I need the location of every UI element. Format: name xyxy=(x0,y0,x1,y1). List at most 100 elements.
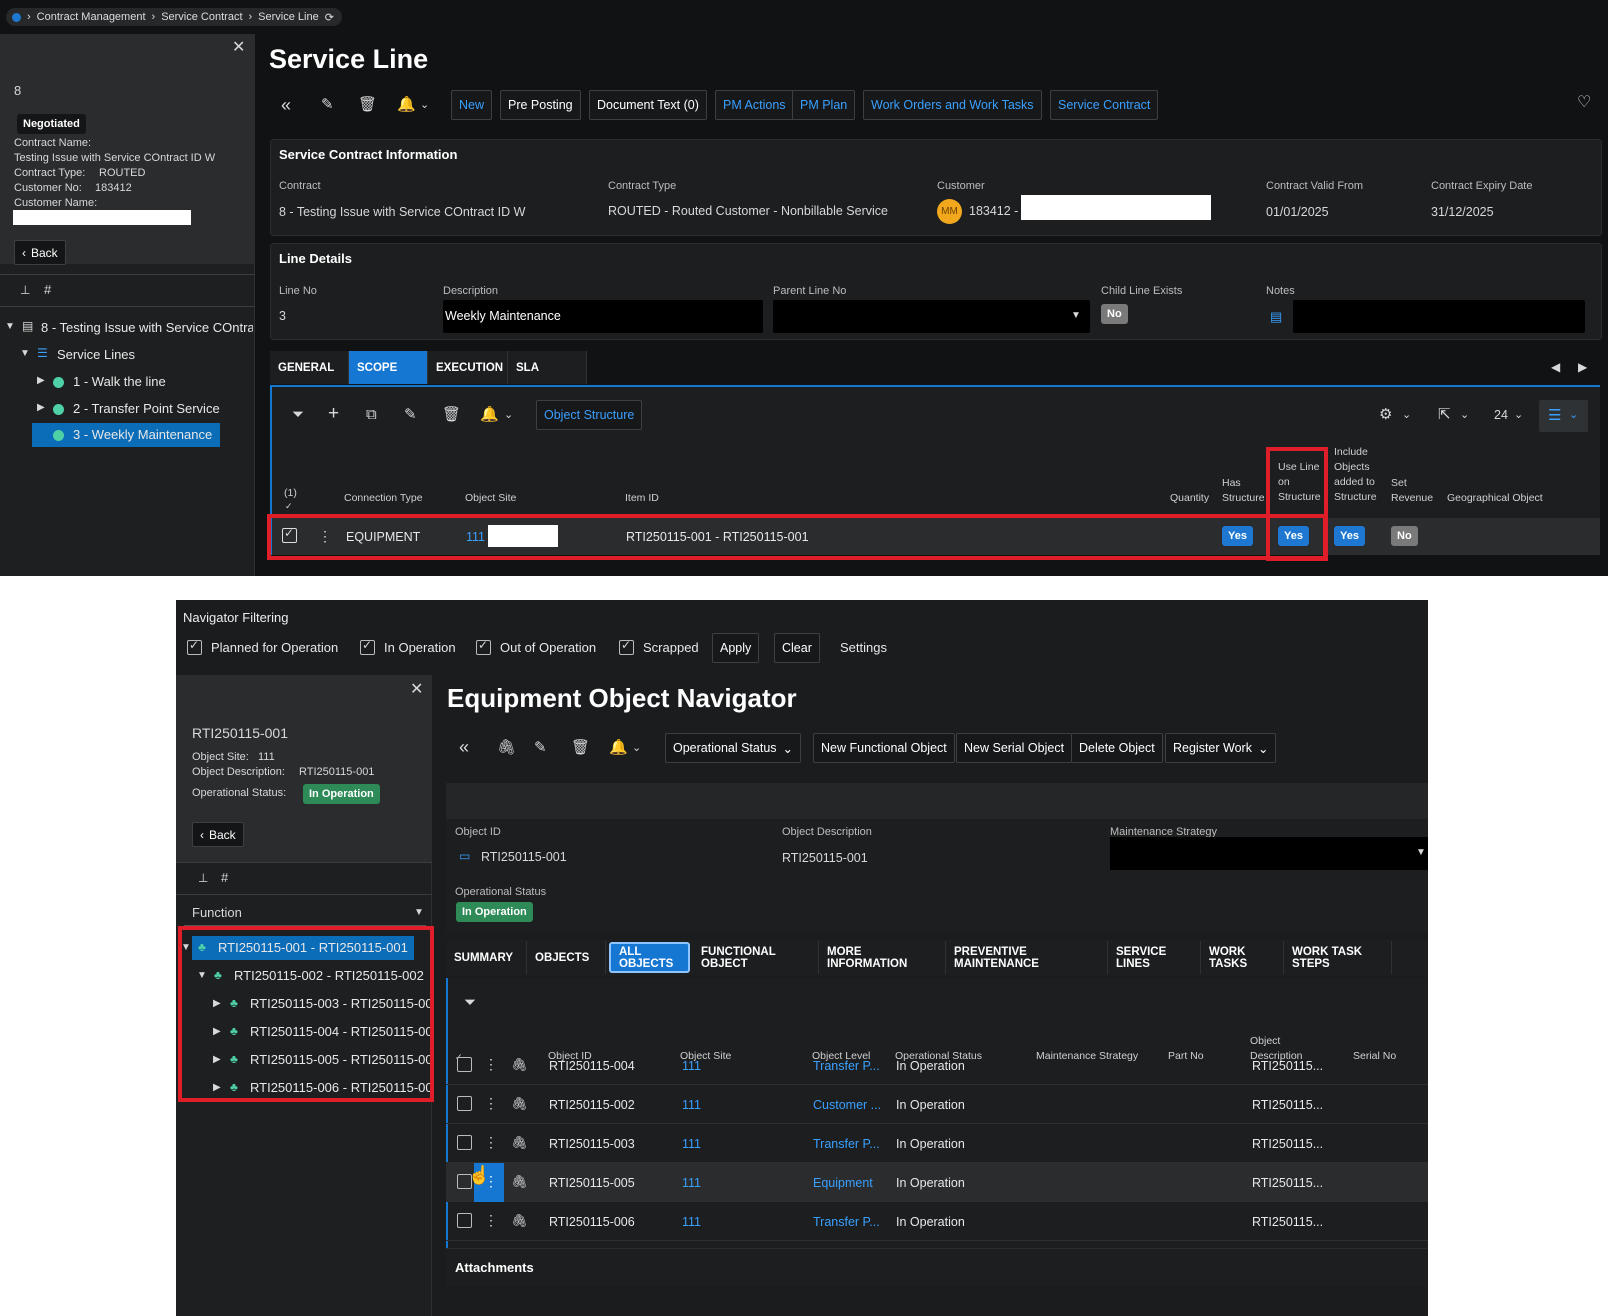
row-checkbox[interactable] xyxy=(457,1213,472,1228)
row-checkbox[interactable] xyxy=(457,1096,472,1111)
tab-sla[interactable]: SLA xyxy=(508,351,587,384)
delete-object-button[interactable]: Delete Object xyxy=(1071,733,1163,763)
tab-service-lines[interactable]: SERVICE LINES xyxy=(1108,941,1201,974)
pin-icon[interactable]: ⊥ xyxy=(20,284,30,296)
cell-object-level[interactable]: Transfer P... xyxy=(813,1059,880,1073)
tab-execution[interactable]: EXECUTION xyxy=(428,351,508,384)
attachment-icon[interactable]: 🖇 xyxy=(497,740,516,755)
page-size-select[interactable]: 24 xyxy=(1494,408,1508,422)
new-serial-object-button[interactable]: New Serial Object xyxy=(956,733,1073,763)
row-checkbox[interactable] xyxy=(457,1135,472,1150)
chevron-down-icon[interactable]: ▼ xyxy=(414,908,424,918)
tab-scroll-left-icon[interactable]: ◀ xyxy=(1551,361,1560,373)
settings-link[interactable]: Settings xyxy=(840,640,887,655)
col-geographical-object[interactable]: Geographical Object xyxy=(1447,491,1543,506)
tree-item-walk-the-line[interactable]: 1 - Walk the line xyxy=(73,374,166,389)
col-include-objects[interactable]: Include Objects added to Structure xyxy=(1334,445,1384,505)
expand-caret-icon[interactable]: ▶ xyxy=(37,376,45,386)
grid-icon[interactable]: # xyxy=(44,283,51,296)
attachments-header[interactable]: Attachments xyxy=(455,1260,534,1275)
tab-general[interactable]: GENERAL xyxy=(270,351,349,384)
add-icon[interactable]: + xyxy=(328,404,339,423)
cell-object-level[interactable]: Transfer P... xyxy=(813,1215,880,1229)
collapse-icon[interactable]: « xyxy=(281,96,291,114)
filter-in-operation[interactable]: In Operation xyxy=(384,640,456,655)
edit-icon[interactable]: ✎ xyxy=(404,407,417,422)
tab-all-objects[interactable]: ALL OBJECTS xyxy=(609,942,690,973)
breadcrumb-contract-management[interactable]: Contract Management xyxy=(37,11,146,23)
export-icon[interactable]: ⇱ xyxy=(1438,407,1451,422)
expand-caret-icon[interactable]: ▼ xyxy=(5,322,15,332)
pre-posting-button[interactable]: Pre Posting xyxy=(500,90,581,120)
attachment-icon[interactable]: 🖇 xyxy=(511,1175,528,1188)
col-object-site[interactable]: Object Site xyxy=(465,491,516,506)
tree-item-transfer-point[interactable]: 2 - Transfer Point Service xyxy=(73,401,220,416)
chevron-down-icon[interactable]: ▼ xyxy=(1416,848,1426,858)
col-has-structure[interactable]: Has Structure xyxy=(1222,476,1268,506)
tab-work-tasks[interactable]: WORK TASKS xyxy=(1201,941,1284,974)
customer-link[interactable]: 183412 - xyxy=(969,204,1018,218)
row-menu-icon[interactable]: ⋮ xyxy=(484,1096,498,1110)
cell-object-site[interactable]: 111 xyxy=(682,1137,701,1151)
notes-icon[interactable]: ▤ xyxy=(1270,310,1282,323)
tab-scope[interactable]: SCOPE xyxy=(349,351,428,384)
edit-icon[interactable]: ✎ xyxy=(534,740,547,755)
filter-planned[interactable]: Planned for Operation xyxy=(211,640,338,655)
row-checkbox[interactable] xyxy=(457,1057,472,1072)
chevron-down-icon[interactable]: ⌄ xyxy=(504,410,513,421)
breadcrumb-service-line[interactable]: Service Line xyxy=(258,11,319,23)
col-quantity[interactable]: Quantity xyxy=(1170,491,1209,506)
tab-work-task-steps[interactable]: WORK TASK STEPS xyxy=(1284,941,1392,974)
object-id-link[interactable]: RTI250115-001 xyxy=(481,850,567,864)
filter-icon[interactable]: ⏷ xyxy=(292,407,304,422)
function-select-label[interactable]: Function xyxy=(192,905,242,920)
tab-functional-object[interactable]: FUNCTIONAL OBJECT xyxy=(693,941,819,974)
chevron-down-icon[interactable]: ⌄ xyxy=(1460,410,1469,421)
tab-objects[interactable]: OBJECTS xyxy=(527,941,606,974)
row-menu-icon[interactable]: ⋮ xyxy=(484,1135,498,1149)
tree-item-weekly-maintenance[interactable]: 3 - Weekly Maintenance xyxy=(73,427,212,442)
attachment-icon[interactable]: 🖇 xyxy=(511,1058,528,1071)
check-all-icon[interactable]: ✓ xyxy=(285,502,293,511)
chevron-down-icon[interactable]: ⌄ xyxy=(1402,410,1411,421)
pm-plan-button[interactable]: PM Plan xyxy=(792,90,856,120)
object-structure-button[interactable]: Object Structure xyxy=(536,400,643,430)
cell-object-level[interactable]: Customer ... xyxy=(813,1098,881,1112)
filter-out-of-operation[interactable]: Out of Operation xyxy=(500,640,596,655)
clear-button[interactable]: Clear xyxy=(774,633,820,663)
chevron-down-icon[interactable]: ▼ xyxy=(1071,311,1081,321)
tab-preventive-maintenance[interactable]: PREVENTIVE MAINTENANCE xyxy=(946,941,1108,974)
tree-root[interactable]: 8 - Testing Issue with Service COntra xyxy=(41,320,253,335)
chevron-down-icon[interactable]: ⌄ xyxy=(420,100,429,111)
filter-scrapped[interactable]: Scrapped xyxy=(643,640,699,655)
attachment-icon[interactable]: 🖇 xyxy=(511,1136,528,1149)
cell-object-site[interactable]: 111 xyxy=(682,1059,701,1073)
row-menu-icon[interactable]: ⋮ xyxy=(484,1057,498,1071)
home-icon[interactable] xyxy=(12,12,21,22)
view-mode-button[interactable] xyxy=(1539,400,1588,432)
back-button[interactable]: ‹ Back xyxy=(192,822,244,847)
new-button[interactable]: New xyxy=(451,90,493,120)
cell-object-site[interactable]: 111 xyxy=(682,1098,701,1112)
pm-actions-button[interactable]: PM Actions xyxy=(715,90,794,120)
filter-icon[interactable]: ⏷ xyxy=(464,995,476,1010)
delete-icon[interactable]: 🗑 xyxy=(358,97,377,112)
expand-caret-icon[interactable]: ▼ xyxy=(20,349,30,359)
heart-icon[interactable]: ♡ xyxy=(1577,95,1591,111)
row-menu-icon[interactable]: ⋮ xyxy=(484,1213,498,1227)
tab-more-information[interactable]: MORE INFORMATION xyxy=(819,941,946,974)
parent-line-select[interactable] xyxy=(773,300,1090,333)
maintenance-strategy-select[interactable] xyxy=(1110,837,1428,870)
operational-status-button[interactable]: Operational Status ⌄ xyxy=(665,733,802,763)
apply-button[interactable]: Apply xyxy=(712,633,760,663)
collapse-icon[interactable]: « xyxy=(459,738,469,756)
edit-icon[interactable]: ✎ xyxy=(321,97,334,112)
notes-field[interactable] xyxy=(1293,300,1585,333)
document-text-button[interactable]: Document Text (0) xyxy=(589,90,707,120)
delete-icon[interactable]: 🗑 xyxy=(442,407,461,422)
col-item-id[interactable]: Item ID xyxy=(625,491,659,506)
cell-object-level[interactable]: Equipment xyxy=(813,1176,873,1190)
work-orders-button[interactable]: Work Orders and Work Tasks xyxy=(863,90,1042,120)
cell-object-site[interactable]: 111 xyxy=(682,1176,701,1190)
tab-scroll-right-icon[interactable]: ▶ xyxy=(1578,361,1587,373)
